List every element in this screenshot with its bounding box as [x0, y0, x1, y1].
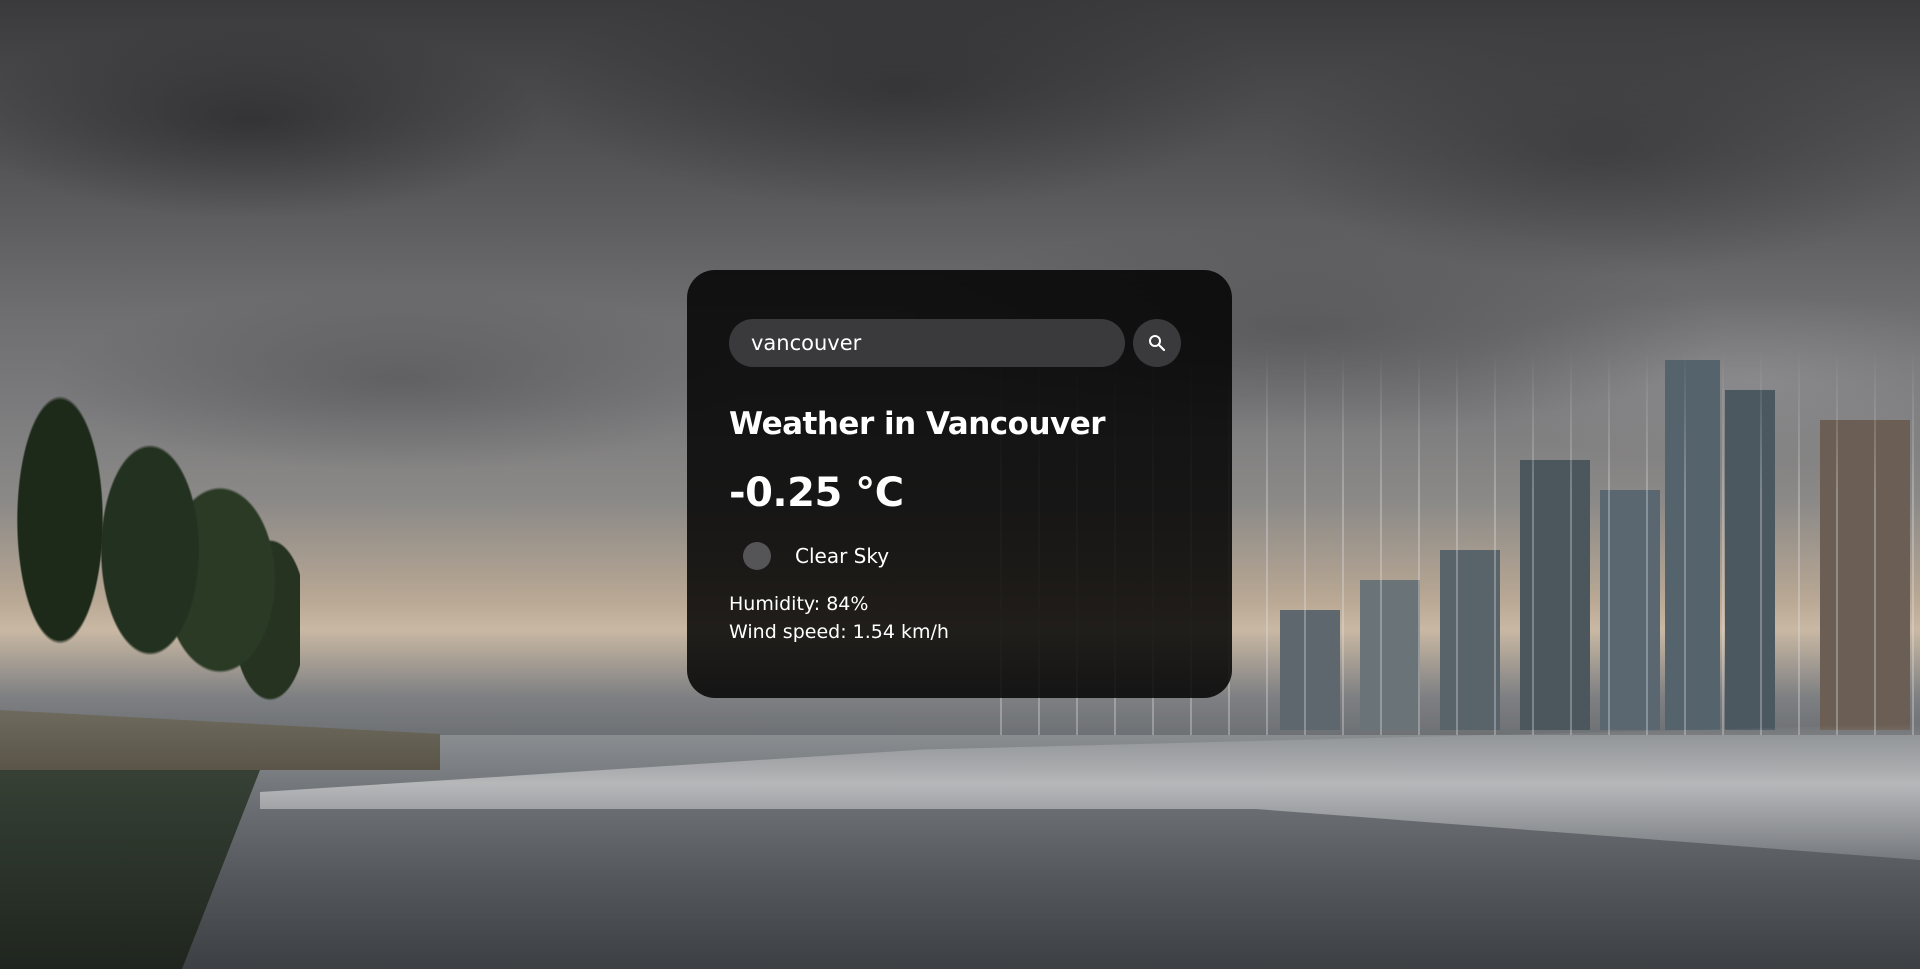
weather-stats: Humidity: 84% Wind speed: 1.54 km/h: [729, 590, 1190, 646]
search-bar: [729, 319, 1190, 367]
search-icon: [1149, 335, 1166, 352]
weather-card: Weather in Vancouver -0.25 °C Clear Sky …: [687, 270, 1232, 698]
wind-speed: Wind speed: 1.54 km/h: [729, 621, 949, 643]
trees: [0, 320, 300, 730]
humidity: Humidity: 84%: [729, 593, 869, 615]
weather-description-row: Clear Sky: [729, 542, 1190, 570]
search-input[interactable]: [729, 319, 1125, 367]
weather-title: Weather in Vancouver: [729, 406, 1106, 442]
clear-sky-icon: [743, 542, 771, 570]
weather-description: Clear Sky: [795, 544, 890, 568]
search-button[interactable]: [1133, 319, 1181, 367]
temperature: -0.25 °C: [729, 470, 904, 516]
